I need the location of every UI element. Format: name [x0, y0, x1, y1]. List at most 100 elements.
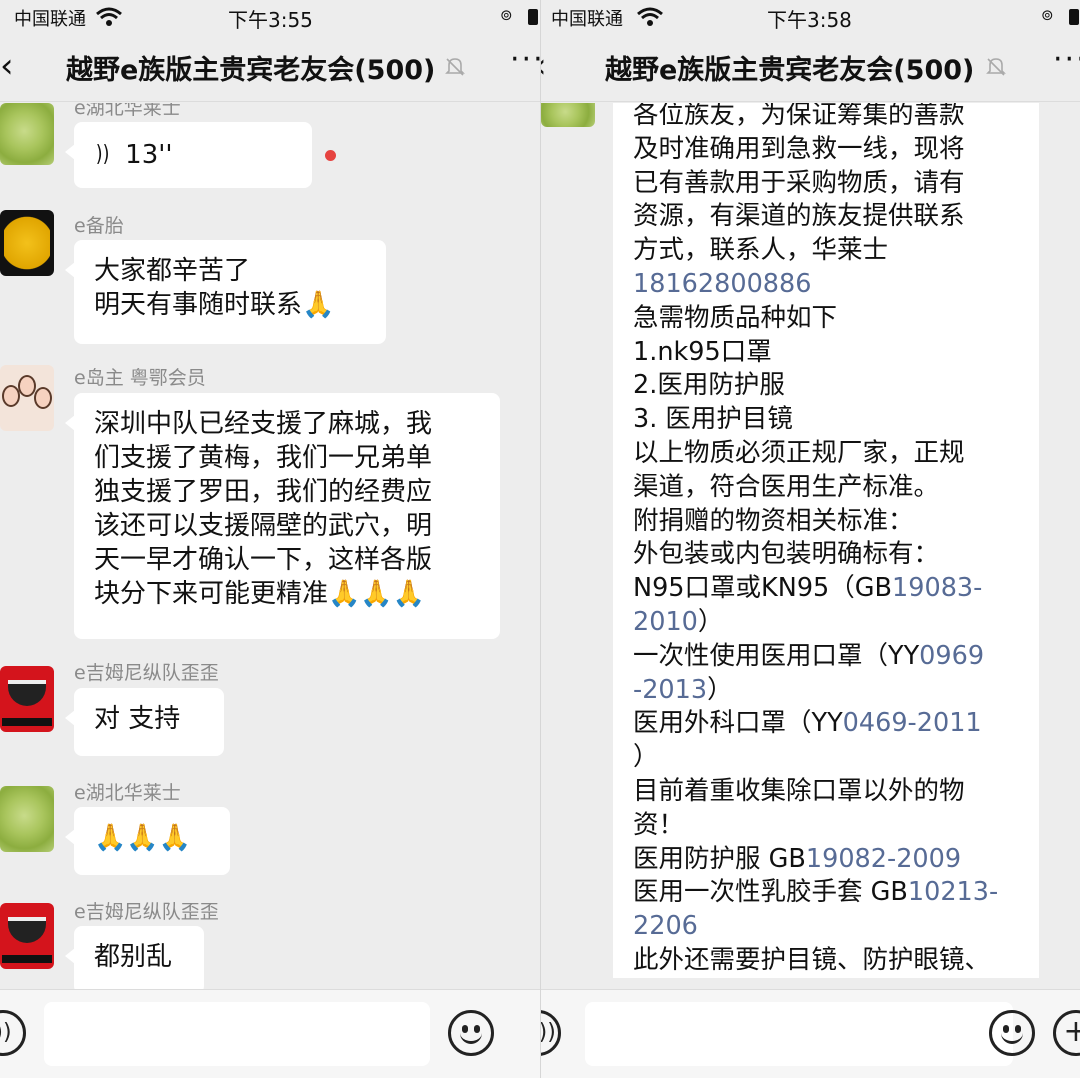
status-time: 下午3:55 [228, 8, 313, 32]
message-line: 附捐赠的物资相关标准： [633, 505, 914, 536]
mute-bell-icon [445, 58, 465, 76]
message-line: 2010） [633, 606, 724, 637]
number-link[interactable]: 2206 [633, 911, 698, 941]
unread-dot [325, 150, 336, 161]
more-button[interactable]: ··· [1053, 42, 1080, 77]
message-line: 🙏🙏🙏 [94, 823, 192, 853]
voice-duration: 13'' [125, 140, 173, 170]
voice-wave-icon: )) [95, 142, 110, 167]
sender-name: e湖北华莱士 [74, 103, 181, 119]
message-line: 该还可以支援隔壁的武穴，明 [94, 511, 433, 541]
message-line: 外包装或内包装明确标有： [633, 539, 940, 570]
message-line: -2013） [633, 674, 733, 705]
message-line: 大家都辛苦了 [94, 256, 251, 286]
wifi-icon [96, 7, 122, 26]
status-bar: 中国联通 下午3:55 ⊚ [0, 0, 540, 34]
message-line: 医用防护服 GB19082-2009 [633, 843, 962, 874]
carrier-label: 中国联通 [551, 9, 623, 30]
message-line: 都别乱 [94, 942, 173, 972]
message-line: 对 支持 [94, 704, 181, 734]
chat-screen-right: 中国联通 下午3:58 ⊚ ‹ 越野e族版主贵宾老友会(500) ··· 各位族… [540, 0, 1080, 1078]
message-line: 资源，有渠道的族友提供联系 [633, 201, 965, 232]
avatar[interactable] [0, 903, 54, 969]
voice-input-icon[interactable]: )) [0, 1010, 26, 1056]
sender-name: e湖北华莱士 [74, 782, 181, 804]
message-line: 目前着重收集除口罩以外的物 [633, 775, 965, 806]
message-line: 渠道，符合医用生产标准。 [633, 471, 940, 502]
message-line: 天一早才确认一下，这样各版 [94, 545, 433, 575]
rotation-lock-icon: ⊚ [1041, 6, 1054, 24]
message-list: 各位族友，为保证筹集的善款 及时准确用到急救一线，现将 已有善款用于采购物质，请… [541, 103, 1080, 989]
message-bubble[interactable]: 🙏🙏🙏 [65, 807, 230, 875]
number-link[interactable]: 0969 [919, 641, 984, 671]
message-line: 及时准确用到急救一线，现将 [633, 133, 965, 164]
status-bar: 中国联通 下午3:58 ⊚ [541, 0, 1080, 34]
message-line: 已有善款用于采购物质，请有 [633, 167, 965, 198]
message-input[interactable] [44, 1002, 430, 1066]
status-time: 下午3:58 [767, 8, 852, 32]
message-line: 以上物质必须正规厂家，正规 [633, 437, 965, 468]
message-line: 独支援了罗田，我们的经费应 [94, 477, 433, 507]
phone-link[interactable]: 18162800886 [633, 269, 811, 299]
message-line: 医用外科口罩（YY0469-2011 [633, 708, 982, 739]
message-line: 此外还需要护目镜、防护眼镜、 [633, 944, 991, 975]
message-line: 医用一次性乳胶手套 GB10213- [633, 877, 999, 908]
chat-screen-left: 中国联通 下午3:55 ⊚ ‹ 越野e族版主贵宾老友会(500) ··· [0, 0, 540, 1078]
sender-name: e吉姆尼纵队歪歪 [74, 662, 219, 684]
message-line: 1.nk95口罩 [633, 336, 772, 367]
plus-icon[interactable]: + [1053, 1010, 1080, 1056]
message-line: 深圳中队已经支援了麻城，我 [94, 409, 433, 439]
battery-icon [1069, 9, 1079, 25]
sender-name: e备胎 [74, 215, 124, 237]
message-list: e湖北华莱士 )) 13'' e备胎 大家都辛苦了 明天有事随时联系🙏 e岛主 … [0, 103, 540, 989]
chat-header: ‹ 越野e族版主贵宾老友会(500) ··· [0, 34, 540, 102]
avatar[interactable] [541, 103, 595, 127]
message-bubble[interactable]: 对 支持 [65, 688, 224, 756]
voice-message-bubble[interactable]: )) 13'' [65, 122, 312, 188]
message-bubble[interactable]: 大家都辛苦了 明天有事随时联系🙏 [65, 240, 386, 344]
message-input[interactable] [585, 1002, 1013, 1066]
message-line: 们支援了黄梅，我们一兄弟单 [94, 443, 433, 473]
number-link[interactable]: 0469-2011 [843, 708, 982, 738]
chat-header: ‹ 越野e族版主贵宾老友会(500) ··· [541, 34, 1080, 102]
avatar[interactable] [0, 103, 54, 165]
message-line: N95口罩或KN95（GB19083- [633, 573, 983, 604]
message-line: 方式，联系人，华莱士 [633, 235, 889, 266]
screenshot-composite: 中国联通 下午3:55 ⊚ ‹ 越野e族版主贵宾老友会(500) ··· [0, 0, 1080, 1078]
message-line: 资！ [633, 809, 685, 840]
input-bar: +)) + [541, 989, 1080, 1078]
message-line: 明天有事随时联系🙏 [94, 290, 335, 320]
message-line: 3. 医用护目镜 [633, 404, 793, 435]
message-line: 2.医用防护服 [633, 370, 785, 401]
number-link[interactable]: 2010 [633, 607, 698, 637]
battery-icon [528, 9, 538, 25]
avatar[interactable] [0, 666, 54, 732]
message-bubble[interactable]: 都别乱 [65, 926, 204, 989]
sender-name: e吉姆尼纵队歪歪 [74, 901, 219, 923]
avatar[interactable] [0, 365, 54, 431]
emoji-icon[interactable] [448, 1010, 494, 1056]
more-button[interactable]: ··· [510, 42, 540, 77]
number-link[interactable]: -2013 [633, 675, 707, 705]
number-link[interactable]: 19083- [892, 573, 982, 603]
rotation-lock-icon: ⊚ [500, 6, 513, 24]
emoji-icon[interactable] [989, 1010, 1035, 1056]
carrier-label: 中国联通 [14, 9, 86, 30]
voice-input-icon[interactable]: +)) [541, 1010, 561, 1056]
back-button[interactable]: ‹ [541, 46, 547, 86]
message-line: 各位族友，为保证筹集的善款 [633, 103, 965, 130]
avatar[interactable] [0, 210, 54, 276]
chat-title: 越野e族版主贵宾老友会(500) [605, 55, 975, 86]
number-link[interactable]: 10213- [908, 877, 998, 907]
message-line: 一次性使用医用口罩（YY0969 [633, 640, 985, 671]
mute-bell-icon [986, 58, 1006, 76]
back-button[interactable]: ‹ [0, 46, 14, 86]
long-message-bubble[interactable]: 各位族友，为保证筹集的善款 及时准确用到急救一线，现将 已有善款用于采购物质，请… [613, 103, 1039, 978]
message-line: 块分下来可能更精准🙏🙏🙏 [94, 579, 426, 609]
avatar[interactable] [0, 786, 54, 852]
message-bubble[interactable]: 深圳中队已经支援了麻城，我 们支援了黄梅，我们一兄弟单 独支援了罗田，我们的经费… [65, 393, 500, 639]
chat-title: 越野e族版主贵宾老友会(500) [66, 55, 436, 86]
number-link[interactable]: 19082-2009 [806, 844, 961, 874]
input-bar: )) [0, 989, 540, 1078]
message-line: 急需物质品种如下 [633, 302, 838, 333]
